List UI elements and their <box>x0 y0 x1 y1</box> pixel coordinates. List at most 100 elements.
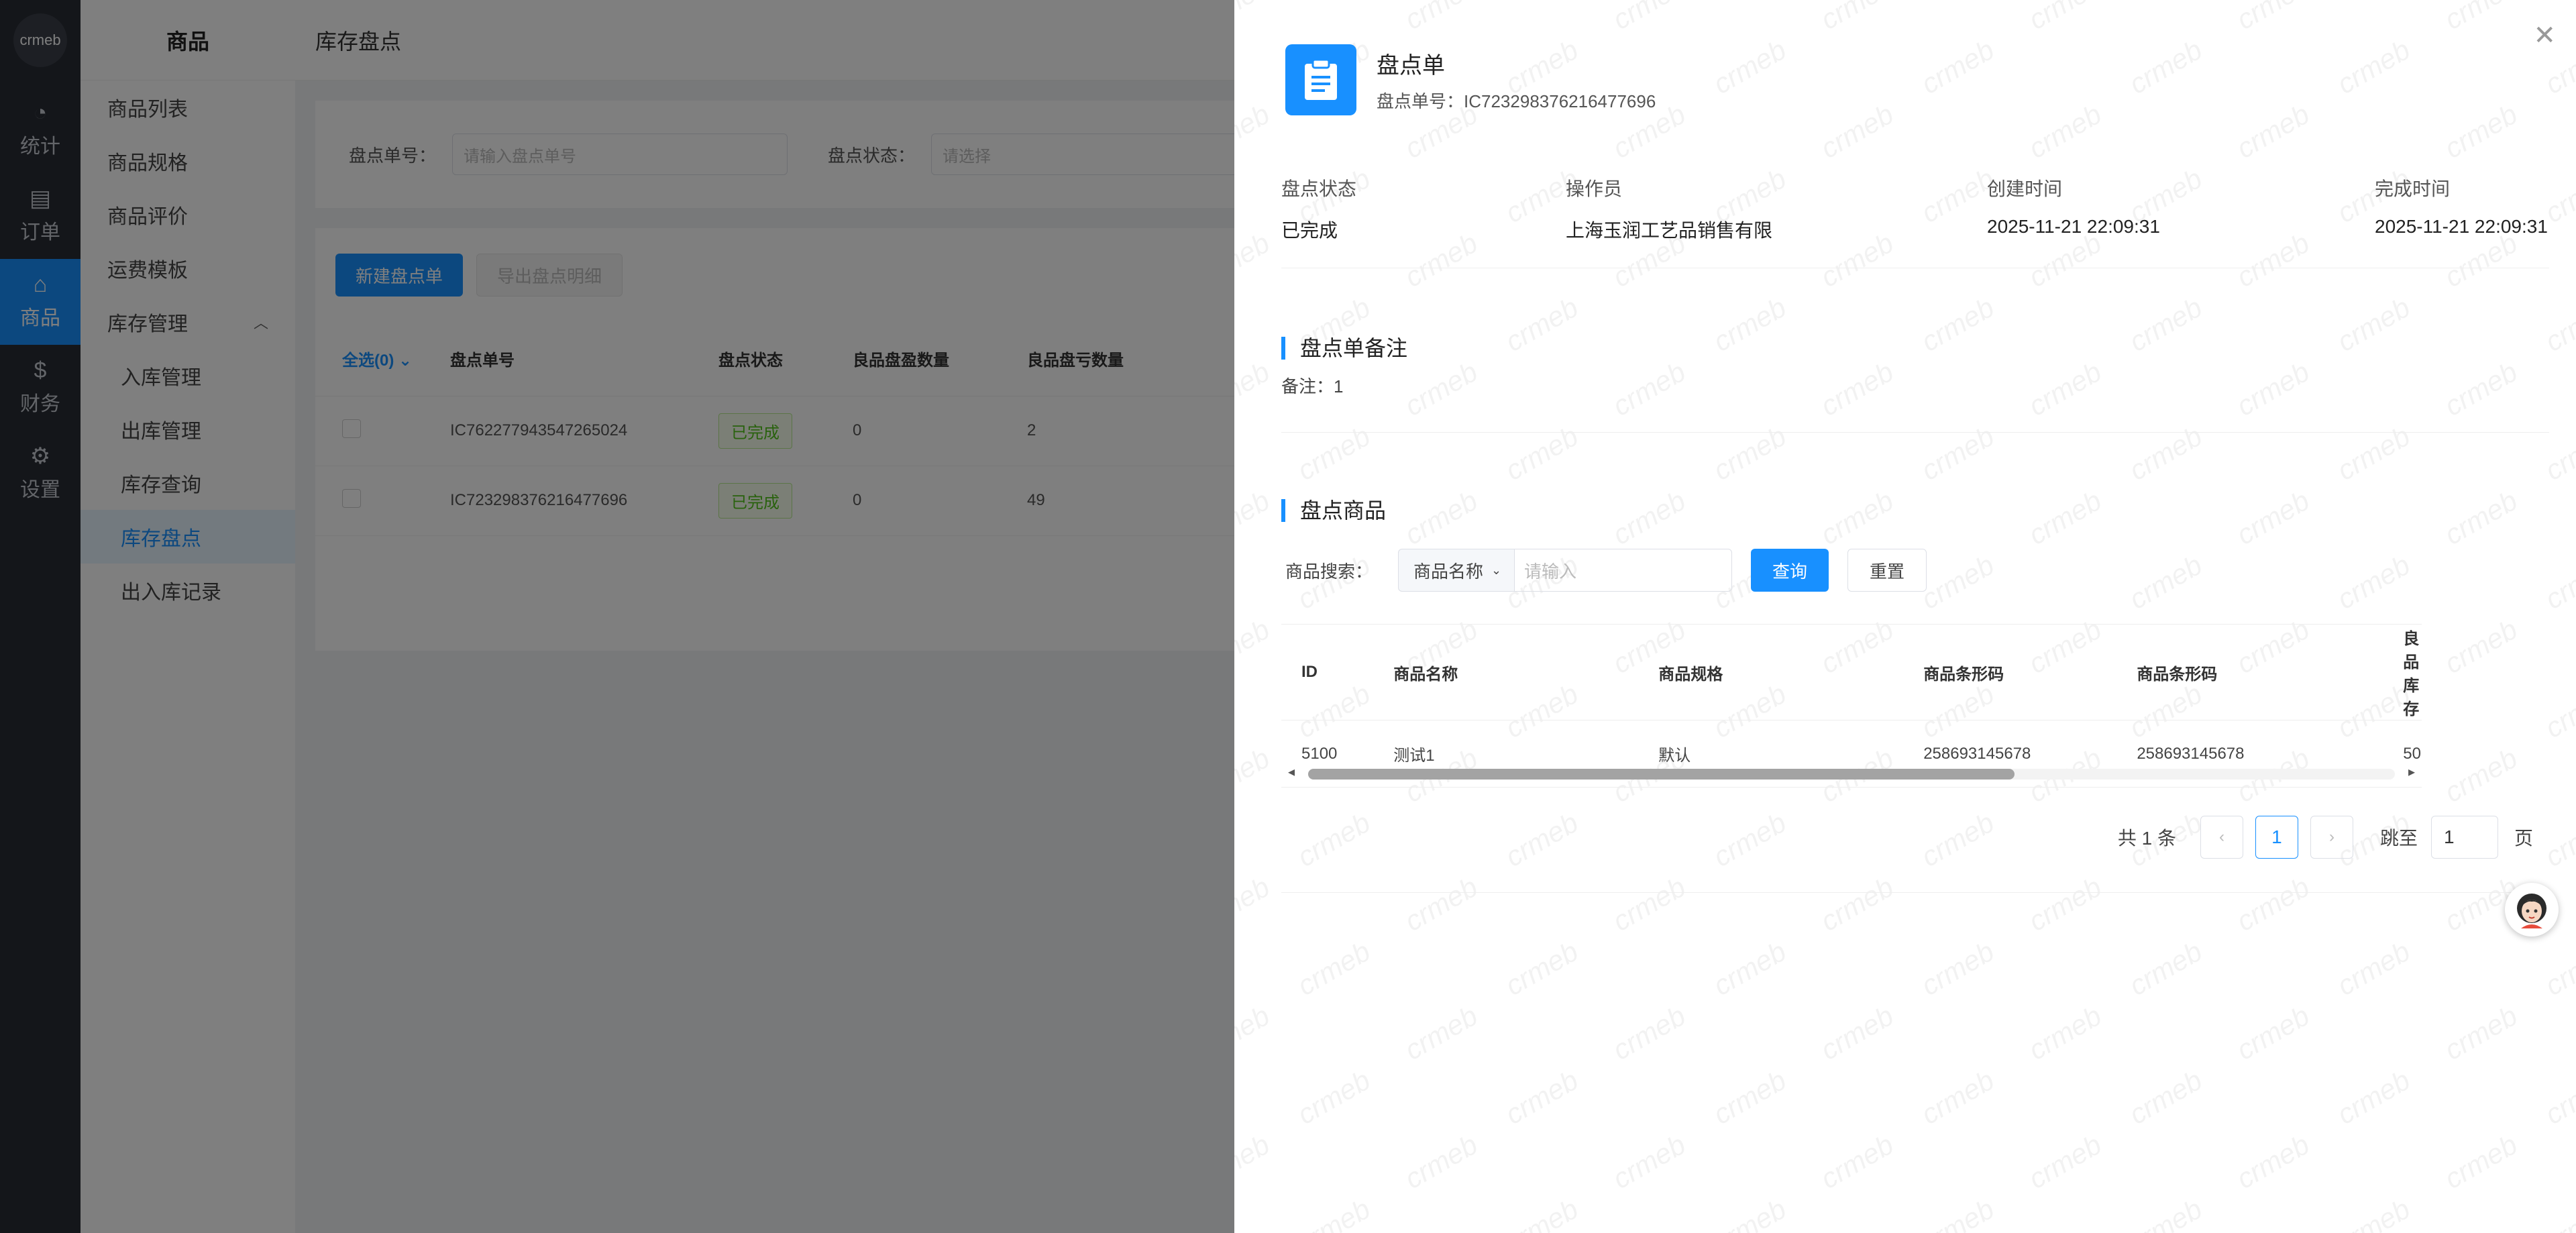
column-header: 商品规格 <box>1638 624 1904 720</box>
jump-label: 跳至 <box>2379 828 2418 849</box>
column-header: ID <box>1281 624 1374 720</box>
support-avatar-icon <box>2517 894 2546 928</box>
watermark-text: crmeb <box>1399 871 1483 938</box>
stocktake-detail-drawer: crmeb crmeb crmeb crmeb crmeb crmeb crmeb crmeb… <box>1234 0 2576 1233</box>
watermark-text: crmeb <box>1291 935 1376 1002</box>
chevron-down-icon: ⌄ <box>1491 563 1502 577</box>
search-field-select[interactable]: 商品名称 ⌄ <box>1398 549 1515 592</box>
watermark-text: crmeb <box>1915 935 2000 1002</box>
reset-button[interactable]: 重置 <box>1847 549 1927 592</box>
watermark-text: crmeb <box>1915 420 2000 487</box>
watermark-text: crmeb <box>1915 34 2000 101</box>
scroll-left-icon[interactable]: ◂ <box>1288 763 1295 780</box>
clipboard-icon <box>1285 44 1356 115</box>
watermark-text: crmeb <box>1234 1000 1275 1067</box>
watermark-text: crmeb <box>2539 420 2576 487</box>
watermark-text: crmeb <box>1815 0 1899 36</box>
watermark-text: crmeb <box>1707 420 1792 487</box>
pagination: 共 1 条 ‹ 1 › 跳至 1 页 <box>2118 816 2533 859</box>
remark-section-title: 盘点单备注 <box>1281 337 1407 360</box>
jump-page-input[interactable]: 1 <box>2430 816 2498 859</box>
watermark-text: crmeb <box>2438 484 2523 551</box>
watermark-text: crmeb <box>1399 0 1483 36</box>
watermark-text: crmeb <box>2123 1064 2208 1131</box>
watermark-text: crmeb <box>2023 98 2107 165</box>
watermark-text: crmeb <box>1234 98 1275 165</box>
watermark-text: crmeb <box>2023 356 2107 423</box>
watermark-text: crmeb <box>1291 1193 1376 1233</box>
watermark-text: crmeb <box>2231 1000 2315 1067</box>
info-finished-time: 完成时间 2025-11-21 22:09:31 <box>2375 178 2548 237</box>
watermark-text: crmeb <box>1399 356 1483 423</box>
watermark-text: crmeb <box>1499 291 1584 358</box>
watermark-text: crmeb <box>2438 98 2523 165</box>
scrollbar-thumb[interactable] <box>1308 769 2015 780</box>
divider <box>1281 892 2549 893</box>
search-input[interactable]: 请输入 <box>1515 549 1733 592</box>
watermark-text: crmeb <box>2023 871 2107 938</box>
page-number-button[interactable]: 1 <box>2255 816 2298 859</box>
watermark-text: crmeb <box>1234 742 1275 809</box>
watermark-text: crmeb <box>2231 0 2315 36</box>
drawer-header: 盘点单 盘点单号：IC723298376216477696 <box>1285 44 1656 115</box>
watermark-text: crmeb <box>2123 1193 2208 1233</box>
watermark-text: crmeb <box>2231 484 2315 551</box>
watermark-text: crmeb <box>1707 291 1792 358</box>
watermark-text: crmeb <box>2231 871 2315 938</box>
watermark-text: crmeb <box>2331 935 2416 1002</box>
watermark-text: crmeb <box>1607 356 1691 423</box>
watermark-text: crmeb <box>2539 549 2576 616</box>
watermark-text: crmeb <box>1499 1193 1584 1233</box>
watermark-text: crmeb <box>2023 1000 2107 1067</box>
watermark-text: crmeb <box>1915 549 2000 616</box>
column-header: 良品库存 <box>2383 624 2422 720</box>
watermark-text: crmeb <box>1607 484 1691 551</box>
goods-section-title: 盘点商品 <box>1281 499 1386 522</box>
next-page-button[interactable]: › <box>2310 816 2353 859</box>
watermark-text: crmeb <box>1815 1000 1899 1067</box>
drawer-order-no: 盘点单号：IC723298376216477696 <box>1377 91 1656 111</box>
watermark-text: crmeb <box>2331 1064 2416 1131</box>
watermark-text: crmeb <box>2438 613 2523 680</box>
watermark-text: crmeb <box>1707 1064 1792 1131</box>
prev-page-button[interactable]: ‹ <box>2200 816 2243 859</box>
watermark-text: crmeb <box>1815 871 1899 938</box>
column-header: 商品条形码 <box>2116 624 2383 720</box>
watermark-text: crmeb <box>2331 420 2416 487</box>
watermark-text: crmeb <box>1291 1064 1376 1131</box>
remark-text: 备注：1 <box>1281 376 1344 396</box>
watermark-text: crmeb <box>1707 34 1792 101</box>
watermark-text: crmeb <box>2123 34 2208 101</box>
customer-service-avatar[interactable] <box>2505 883 2559 936</box>
query-button[interactable]: 查询 <box>1751 549 1829 592</box>
watermark-text: crmeb <box>2023 484 2107 551</box>
info-created-time: 创建时间 2025-11-21 22:09:31 <box>1987 178 2160 237</box>
watermark-text: crmeb <box>2539 678 2576 745</box>
scroll-right-icon[interactable]: ▸ <box>2408 763 2415 780</box>
watermark-text: crmeb <box>2331 34 2416 101</box>
watermark-text: crmeb <box>1234 356 1275 423</box>
close-icon[interactable]: ✕ <box>2533 20 2556 51</box>
watermark-text: crmeb <box>2438 356 2523 423</box>
watermark-text: crmeb <box>1815 98 1899 165</box>
divider <box>1281 432 2549 433</box>
watermark-text: crmeb <box>1234 871 1275 938</box>
watermark-text: crmeb <box>2539 806 2576 873</box>
modal-overlay[interactable] <box>0 0 1234 1233</box>
watermark-text: crmeb <box>1915 291 2000 358</box>
page-unit-label: 页 <box>2514 828 2533 849</box>
watermark-text: crmeb <box>1607 1000 1691 1067</box>
watermark-text: crmeb <box>1915 1064 2000 1131</box>
watermark-text: crmeb <box>2438 742 2523 809</box>
watermark-text: crmeb <box>2331 1193 2416 1233</box>
watermark-text: crmeb <box>1815 1128 1899 1195</box>
info-status: 盘点状态 已完成 <box>1281 178 1357 241</box>
horizontal-scrollbar[interactable]: ◂ ▸ <box>1281 763 2422 785</box>
watermark-text: crmeb <box>2539 1193 2576 1233</box>
watermark-text: crmeb <box>2331 291 2416 358</box>
watermark-text: crmeb <box>1815 484 1899 551</box>
watermark-text: crmeb <box>1815 356 1899 423</box>
watermark-text: crmeb <box>1291 420 1376 487</box>
column-header: 商品名称 <box>1373 624 1639 720</box>
watermark-text: crmeb <box>2539 1064 2576 1131</box>
